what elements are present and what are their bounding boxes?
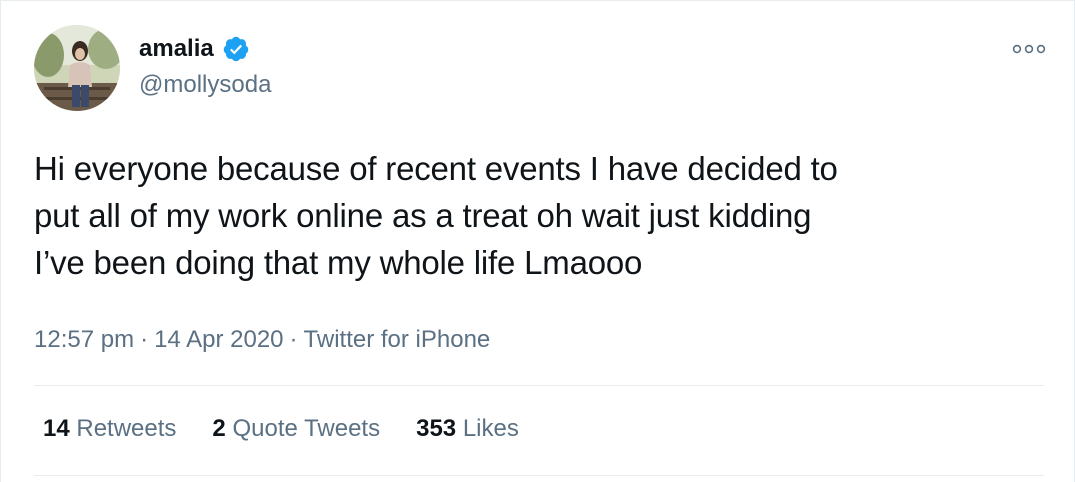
tweet-source-link[interactable]: Twitter for iPhone (304, 326, 491, 353)
tweet-date[interactable]: 14 Apr 2020 (154, 326, 283, 353)
tweet-stats: 14 Retweets 2 Quote Tweets 353 Likes (43, 415, 519, 443)
meta-separator: · (140, 326, 149, 353)
quote-tweets-count: 2 (212, 415, 226, 442)
quote-tweets-stat[interactable]: 2 Quote Tweets (212, 415, 380, 443)
likes-label: Likes (462, 415, 519, 442)
verified-badge-icon (222, 35, 250, 63)
divider (34, 475, 1044, 476)
likes-count: 353 (416, 415, 457, 442)
divider (34, 385, 1044, 386)
tweet-meta: 12:57 pm · 14 Apr 2020 · Twitter for iPhone (34, 326, 490, 354)
tweet-text-line: put all of my work online as a treat oh … (34, 197, 812, 234)
retweets-count: 14 (43, 415, 70, 442)
avatar-image (34, 25, 120, 111)
user-handle[interactable]: @mollysoda (139, 71, 271, 99)
more-options-icon[interactable] (1009, 37, 1049, 61)
tweet-text-line: Hi everyone because of recent events I h… (34, 150, 838, 187)
author-name-row: amalia (139, 35, 250, 63)
display-name[interactable]: amalia (139, 35, 214, 63)
likes-stat[interactable]: 353 Likes (416, 415, 519, 443)
retweets-stat[interactable]: 14 Retweets (43, 415, 176, 443)
tweet-text: Hi everyone because of recent events I h… (34, 145, 1044, 286)
tweet-card: amalia @mollysoda Hi everyone because of… (0, 0, 1075, 482)
meta-separator: · (289, 326, 298, 353)
tweet-text-line: I’ve been doing that my whole life Lmaoo… (34, 244, 643, 281)
tweet-time[interactable]: 12:57 pm (34, 326, 134, 353)
avatar[interactable] (34, 25, 120, 111)
quote-tweets-label: Quote Tweets (232, 415, 381, 442)
retweets-label: Retweets (76, 415, 177, 442)
